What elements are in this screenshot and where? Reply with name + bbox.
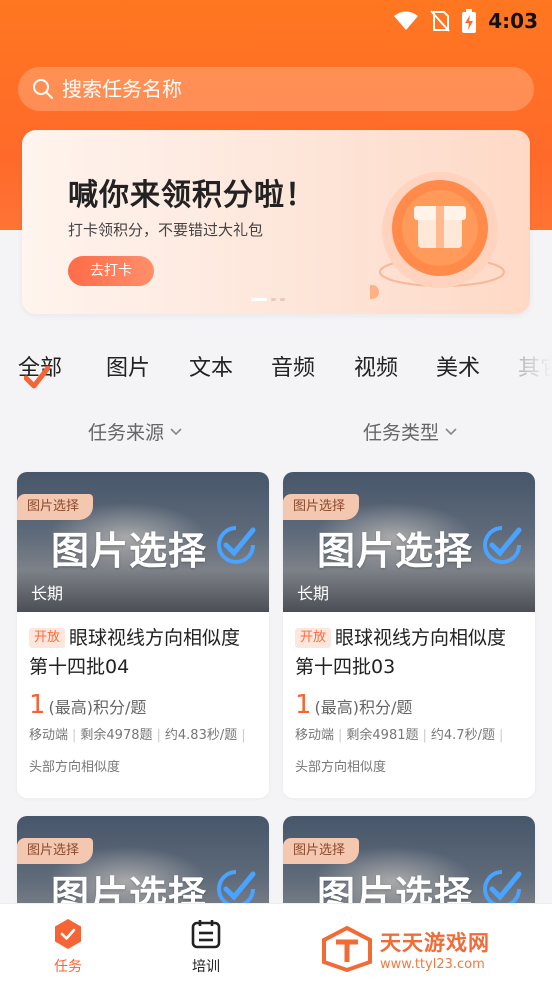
task-duration: 长期 [31,584,64,603]
wifi-icon [394,11,419,30]
watermark-title: 天天游戏网 [380,930,490,955]
watermark-url: www.ttyl23.com [380,956,485,972]
points-value: 1 [295,690,312,720]
search-input[interactable] [62,77,502,101]
status-badge: 开放 [295,628,332,648]
task-card[interactable]: 图片选择 图片选择 [283,816,535,916]
type-filter-label: 任务类型 [363,422,440,444]
no-signal-icon [430,10,450,32]
task-meta: 移动端 | 剩余4981题 | 约4.7秒/题 | [295,728,504,743]
promo-banner[interactable]: 喊你来领积分啦！ 打卡领积分，不要错过大礼包 去打卡 [22,130,530,314]
source-filter-label: 任务来源 [88,422,165,444]
tab-tasks-label: 任务 [54,959,82,975]
category-tabs: 全部 图片 文本 音频 视频 美术 其它 [0,340,552,390]
type-filter[interactable]: 任务类型 [363,418,457,445]
task-category: 头部方向相似度 [29,760,121,775]
watermark-logo-icon [322,926,372,972]
tab-text[interactable]: 文本 [189,350,233,382]
task-meta: 移动端 | 剩余4978题 | 约4.83秒/题 | [29,728,246,743]
check-icon [24,365,50,389]
task-card[interactable]: 图片选择 图片选择 长期 开放 眼球视线方向相似度第十四批04 1 (最高)积分/… [17,472,269,798]
task-thumbnail: 图片选择 图片选择 长期 [17,472,269,612]
banner-subtitle: 打卡领积分，不要错过大礼包 [68,221,264,239]
thumbnail-title: 图片选择 [317,529,474,573]
task-type-tag: 图片选择 [17,838,94,864]
banner-title: 喊你来领积分啦！ [68,178,316,213]
tab-audio[interactable]: 音频 [271,350,315,382]
tab-art[interactable]: 美术 [436,350,480,382]
tab-training-label: 培训 [192,959,220,975]
points-unit: (最高)积分/题 [48,698,147,717]
tab-video[interactable]: 视频 [354,350,398,382]
task-type-tag: 图片选择 [283,838,360,864]
chevron-down-icon [445,427,457,435]
task-points: 1 (最高)积分/题 [295,690,523,720]
task-type-tag: 图片选择 [283,494,360,520]
task-name: 开放 眼球视线方向相似度第十四批03 [295,624,523,682]
task-hexagon-icon [55,919,81,949]
battery-charging-icon [462,9,477,33]
task-points: 1 (最高)积分/题 [29,690,257,720]
bottom-tab-bar: 任务 培训 天天游戏网 www.ttyl23.com [0,903,552,983]
status-badge: 开放 [29,628,66,648]
task-card[interactable]: 图片选择 图片选择 [17,816,269,916]
search-bar[interactable] [18,67,534,111]
task-thumbnail: 图片选择 图片选择 [17,816,269,916]
status-time: 4:03 [488,9,538,33]
task-name: 开放 眼球视线方向相似度第十四批04 [29,624,257,682]
check-circle-icon [217,526,256,564]
tab-image[interactable]: 图片 [106,350,150,382]
search-icon [33,79,53,99]
task-duration: 长期 [297,584,330,603]
tab-training[interactable]: 培训 [190,918,222,976]
carousel-indicator [251,298,285,301]
check-in-button[interactable]: 去打卡 [68,256,154,286]
tab-tasks[interactable]: 任务 [52,918,84,976]
points-unit: (最高)积分/题 [314,698,413,717]
chevron-down-icon [170,427,182,435]
task-type-tag: 图片选择 [17,494,94,520]
source-filter[interactable]: 任务来源 [88,418,182,445]
status-bar: 4:03 [0,0,552,42]
watermark: 天天游戏网 www.ttyl23.com [322,926,490,972]
task-thumbnail: 图片选择 图片选择 [283,816,535,916]
task-card[interactable]: 图片选择 图片选择 长期 开放 眼球视线方向相似度第十四批03 1 (最高)积分/… [283,472,535,798]
gift-icon [370,172,505,299]
points-value: 1 [29,690,46,720]
thumbnail-title: 图片选择 [51,529,208,573]
calendar-icon [191,920,221,949]
check-circle-icon [483,526,522,564]
task-category: 头部方向相似度 [295,760,387,775]
task-thumbnail: 图片选择 图片选择 长期 [283,472,535,612]
